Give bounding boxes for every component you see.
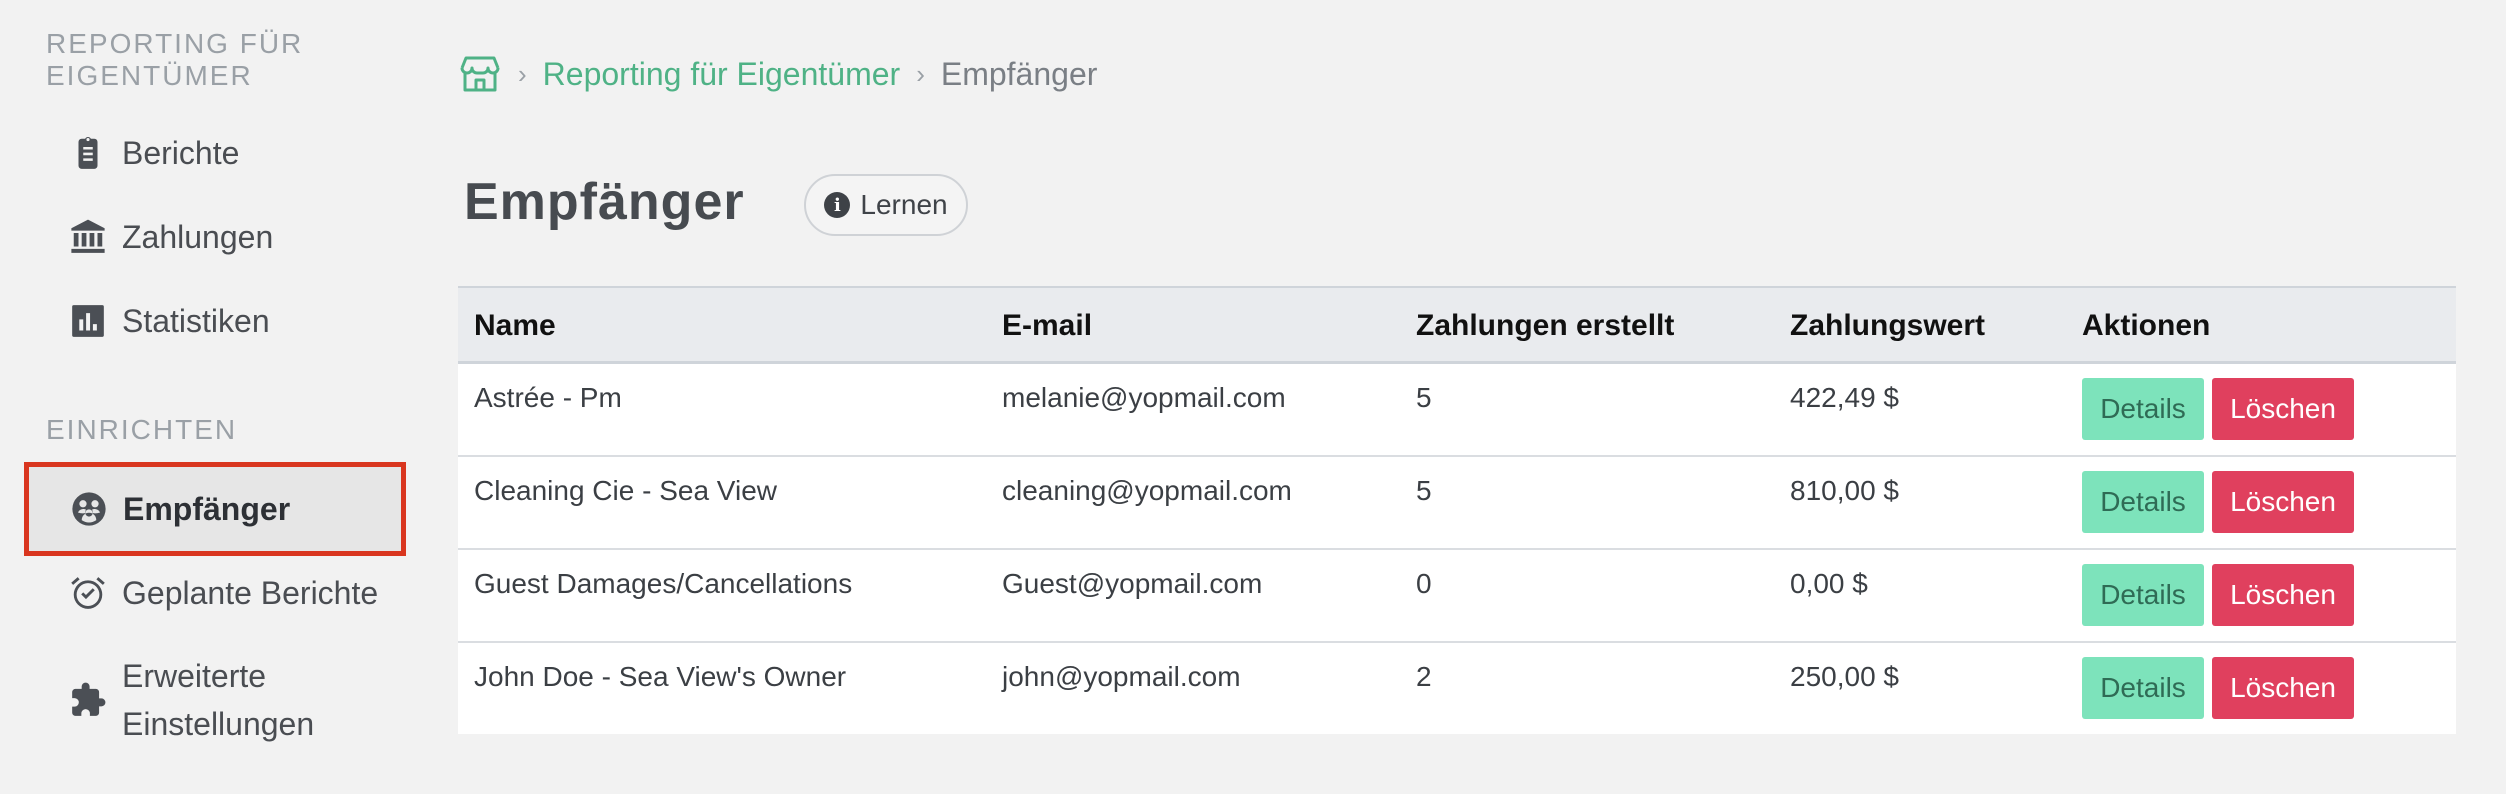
cell-email: cleaning@yopmail.com — [1002, 475, 1292, 506]
cell-name: Astrée - Pm — [474, 382, 622, 413]
alarm-clock-icon — [68, 573, 108, 613]
breadcrumb: › Reporting für Eigentümer › Empfänger — [458, 52, 1097, 96]
app: REPORTING FÜR EIGENTÜMER Berichte Zahlun… — [0, 0, 2506, 794]
recipients-icon — [69, 489, 109, 529]
learn-button[interactable]: i Lernen — [804, 174, 968, 236]
table-header: Name E-mail Zahlungen erstellt Zahlungsw… — [458, 288, 2456, 364]
sidebar-item-statistiken[interactable]: Statistiken — [26, 296, 406, 346]
cell-payment-value: 810,00 $ — [1790, 475, 1899, 506]
cell-email: melanie@yopmail.com — [1002, 382, 1286, 413]
delete-button[interactable]: Löschen — [2212, 564, 2354, 626]
sidebar-item-geplante-berichte[interactable]: Geplante Berichte — [26, 568, 406, 618]
puzzle-icon — [68, 680, 108, 720]
store-icon[interactable] — [458, 54, 502, 94]
sidebar-item-erweiterte-einstellungen[interactable]: Erweiterte Einstellungen — [26, 650, 406, 750]
table-row: John Doe - Sea View's Owner john@yopmail… — [458, 643, 2456, 736]
delete-button[interactable]: Löschen — [2212, 378, 2354, 440]
cell-payments-created: 2 — [1416, 661, 1432, 692]
sidebar: REPORTING FÜR EIGENTÜMER Berichte Zahlun… — [0, 0, 420, 794]
delete-button[interactable]: Löschen — [2212, 471, 2354, 533]
page-title: Empfänger — [464, 173, 745, 231]
column-header-actions: Aktionen — [2082, 309, 2211, 342]
sidebar-item-label: Statistiken — [122, 302, 270, 339]
sidebar-item-label: Erweiterte Einstellungen — [122, 658, 315, 742]
breadcrumb-separator: › — [916, 58, 925, 89]
bank-icon — [68, 217, 108, 257]
recipients-table: Name E-mail Zahlungen erstellt Zahlungsw… — [458, 286, 2456, 734]
table-row: Astrée - Pm melanie@yopmail.com 5 422,49… — [458, 364, 2456, 457]
column-header-payment-value: Zahlungswert — [1790, 309, 1986, 342]
details-button[interactable]: Details — [2082, 378, 2204, 440]
details-button[interactable]: Details — [2082, 657, 2204, 719]
cell-payment-value: 250,00 $ — [1790, 661, 1899, 692]
column-header-name: Name — [474, 309, 556, 342]
cell-email: Guest@yopmail.com — [1002, 568, 1263, 599]
cell-name: Guest Damages/Cancellations — [474, 568, 853, 599]
cell-name: Cleaning Cie - Sea View — [474, 475, 777, 506]
details-button[interactable]: Details — [2082, 564, 2204, 626]
sidebar-item-empfaenger[interactable]: Empfänger — [24, 462, 406, 556]
column-header-email: E-mail — [1002, 309, 1093, 342]
column-header-payments-created: Zahlungen erstellt — [1416, 309, 1675, 342]
bar-chart-icon — [68, 301, 108, 341]
details-button[interactable]: Details — [2082, 471, 2204, 533]
cell-payments-created: 0 — [1416, 568, 1432, 599]
breadcrumb-separator: › — [518, 58, 527, 89]
breadcrumb-current: Empfänger — [940, 55, 1098, 92]
cell-email: john@yopmail.com — [1002, 661, 1241, 692]
sidebar-section-reporting: REPORTING FÜR EIGENTÜMER — [46, 28, 304, 91]
clipboard-icon — [68, 133, 108, 173]
cell-payment-value: 422,49 $ — [1790, 382, 1899, 413]
delete-button[interactable]: Löschen — [2212, 657, 2354, 719]
sidebar-item-label: Zahlungen — [122, 218, 274, 255]
sidebar-section-setup: EINRICHTEN — [46, 414, 238, 445]
sidebar-item-label: Berichte — [122, 134, 240, 171]
sidebar-item-zahlungen[interactable]: Zahlungen — [26, 212, 406, 262]
sidebar-item-berichte[interactable]: Berichte — [26, 128, 406, 178]
cell-payments-created: 5 — [1416, 475, 1432, 506]
learn-button-label: Lernen — [860, 189, 948, 220]
sidebar-item-label: Geplante Berichte — [122, 574, 379, 611]
cell-payment-value: 0,00 $ — [1790, 568, 1868, 599]
info-icon: i — [824, 192, 851, 218]
table-row: Cleaning Cie - Sea View cleaning@yopmail… — [458, 457, 2456, 550]
cell-payments-created: 5 — [1416, 382, 1432, 413]
cell-name: John Doe - Sea View's Owner — [474, 661, 847, 692]
breadcrumb-parent-link[interactable]: Reporting für Eigentümer — [543, 56, 901, 93]
table-row: Guest Damages/Cancellations Guest@yopmai… — [458, 550, 2456, 643]
sidebar-item-label: Empfänger — [123, 490, 291, 527]
